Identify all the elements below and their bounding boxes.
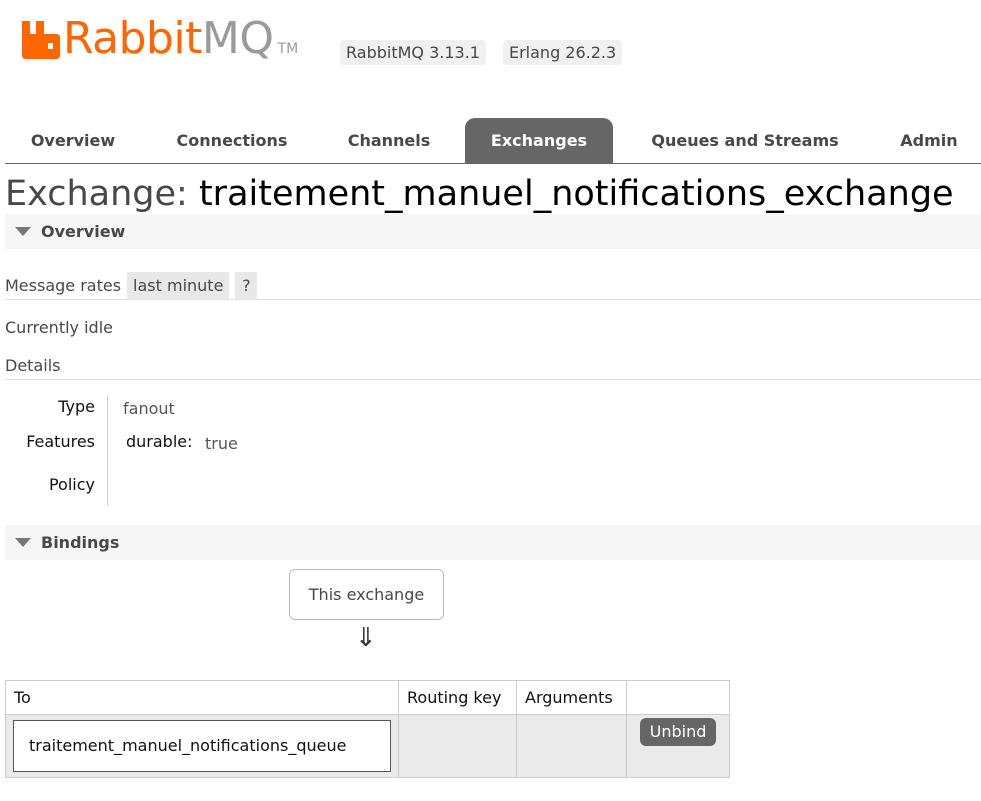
main-nav-tabs: Overview Connections Channels Exchanges … [5, 118, 981, 164]
erlang-version-badge: Erlang 26.2.3 [502, 40, 623, 65]
down-arrow-icon: ⇓ [355, 623, 377, 653]
tab-exchanges[interactable]: Exchanges [465, 118, 613, 163]
arguments-cell [516, 714, 627, 778]
tab-queues-and-streams[interactable]: Queues and Streams [631, 118, 859, 163]
overview-section-label: Overview [41, 222, 126, 241]
details-label: Details [5, 356, 61, 375]
tab-admin[interactable]: Admin [885, 118, 973, 163]
durable-value: true [205, 434, 238, 453]
collapse-triangle-icon [15, 538, 31, 547]
tab-overview[interactable]: Overview [5, 118, 141, 163]
unbind-button[interactable]: Unbind [639, 718, 717, 746]
bindings-table: To Routing key Arguments traitement_manu… [5, 680, 730, 778]
rabbitmq-version-badge: RabbitMQ 3.13.1 [340, 40, 486, 65]
routing-key-cell [398, 714, 517, 778]
type-value: fanout [123, 399, 175, 418]
version-info: RabbitMQ 3.13.1 Erlang 26.2.3 [340, 40, 623, 65]
rate-period-selector[interactable]: last minute [127, 272, 230, 300]
binding-destination-cell: traitement_manuel_notifications_queue [5, 714, 399, 778]
this-exchange-box: This exchange [289, 569, 444, 620]
rabbitmq-logo[interactable]: RabbitMQ TM [22, 14, 298, 64]
rabbit-logo-icon [22, 21, 60, 59]
logo-wordmark: RabbitMQ [63, 13, 274, 64]
bindings-section-label: Bindings [41, 533, 120, 552]
column-header-routing-key: Routing key [398, 680, 517, 715]
column-header-arguments: Arguments [516, 680, 627, 715]
logo-trademark: TM [277, 41, 299, 57]
page-title: Exchange: traitement_manuel_notification… [5, 170, 954, 218]
tab-connections[interactable]: Connections [153, 118, 311, 163]
destination-queue-link[interactable]: traitement_manuel_notifications_queue [13, 720, 391, 772]
message-rates-row: Message rates last minute ? [5, 272, 258, 300]
tab-channels[interactable]: Channels [329, 118, 449, 163]
features-label: Features [26, 432, 95, 451]
column-header-to: To [5, 680, 399, 715]
collapse-triangle-icon [15, 227, 31, 236]
table-header-row: To Routing key Arguments [5, 680, 730, 715]
type-label: Type [58, 397, 95, 416]
divider [5, 299, 981, 300]
policy-label: Policy [48, 475, 95, 494]
overview-section-header[interactable]: Overview [5, 214, 981, 249]
column-header-actions [626, 680, 730, 715]
table-row: traitement_manuel_notifications_queue Un… [5, 714, 730, 778]
message-rates-label: Message rates [5, 276, 122, 295]
page-title-prefix: Exchange: [5, 174, 188, 214]
actions-cell: Unbind [626, 714, 730, 778]
divider [5, 379, 981, 380]
durable-label: durable: [126, 432, 193, 451]
help-button[interactable]: ? [235, 272, 258, 300]
exchange-name: traitement_manuel_notifications_exchange [198, 174, 954, 214]
facts-divider [107, 396, 108, 506]
bindings-section-header[interactable]: Bindings [5, 525, 981, 560]
idle-status: Currently idle [5, 318, 113, 337]
